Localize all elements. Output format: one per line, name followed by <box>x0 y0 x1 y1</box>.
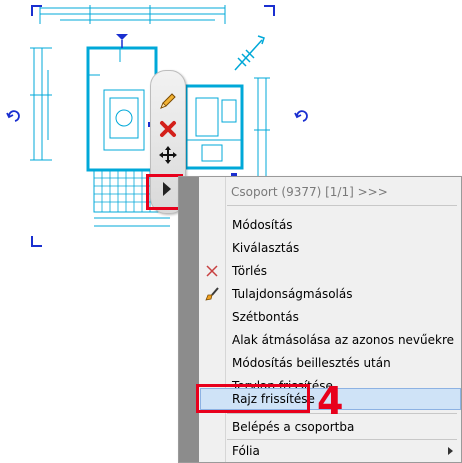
menu-item-modositas-beillesztes[interactable]: Módosítás beillesztés után <box>200 352 461 374</box>
menu-item-szetbontas[interactable]: Szétbontás <box>200 306 461 328</box>
highlight-rajz-frissitese <box>196 384 310 413</box>
menu-item-folia[interactable]: Fólia <box>200 440 461 462</box>
pencil-icon <box>160 93 176 109</box>
drawing-canvas[interactable]: Csoport Csoport (9377) [1/1] >>> Módosít… <box>0 0 462 463</box>
delete-button[interactable] <box>155 117 181 141</box>
menu-item-modositas[interactable]: Módosítás <box>200 214 461 236</box>
menu-item-torles[interactable]: Törlés <box>200 260 461 282</box>
menu-item-kivalasztas[interactable]: Kiválasztás <box>200 237 461 259</box>
brush-icon <box>205 287 219 301</box>
delete-x-icon <box>160 121 176 137</box>
submenu-arrow-icon <box>448 447 453 455</box>
menu-item-alak-atmasolasa[interactable]: Alak átmásolása az azonos nevűekre <box>200 329 461 351</box>
step-number: 4 <box>317 379 344 423</box>
menu-header[interactable]: Csoport (9377) [1/1] >>> <box>231 185 388 199</box>
delete-icon <box>206 265 218 277</box>
edit-button[interactable] <box>155 89 181 113</box>
menu-side-title: Csoport <box>101 344 115 398</box>
move-icon <box>159 146 177 164</box>
menu-separator <box>227 205 457 206</box>
menu-side-title-bar: Csoport <box>101 177 199 462</box>
menu-item-tulajdonsagmasolas[interactable]: Tulajdonságmásolás <box>200 283 461 305</box>
move-button[interactable] <box>155 143 181 167</box>
